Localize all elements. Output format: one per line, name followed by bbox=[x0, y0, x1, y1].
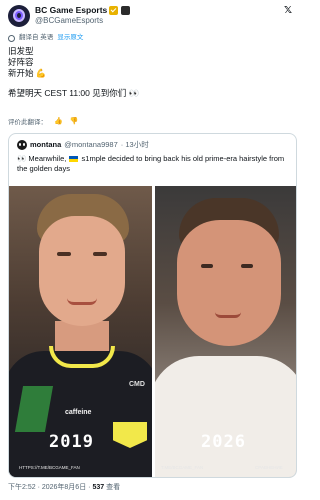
verified-badge-icon bbox=[109, 6, 119, 15]
rate-translation-label: 评价此翻译： bbox=[8, 119, 47, 126]
mouth-shape bbox=[215, 312, 241, 318]
eye-shape bbox=[57, 252, 71, 256]
quoted-avatar bbox=[17, 140, 27, 150]
globe-icon bbox=[8, 34, 15, 42]
rate-translation-row: 评价此翻译： 👍 👎 bbox=[8, 116, 78, 126]
views-count: 537 bbox=[92, 484, 105, 491]
tweet-line-1: 旧发型 bbox=[8, 46, 34, 56]
account-name-row[interactable]: BC Game Esports bbox=[35, 5, 131, 16]
quoted-tweet-header: montana @montana9987 · 13小时 bbox=[17, 140, 149, 150]
tweet-line-4: 希望明天 CEST 11:00 见到你们 👀 bbox=[8, 88, 140, 98]
face-shape bbox=[177, 220, 281, 346]
quoted-time: · 13小时 bbox=[120, 140, 149, 149]
account-handle[interactable]: @BCGameEsports bbox=[35, 16, 103, 26]
mouth-shape bbox=[67, 298, 97, 305]
photo-2019[interactable]: caffeine CMD 2019 HTTPS://T.ME/BCGAME_FA… bbox=[9, 186, 152, 477]
account-avatar[interactable] bbox=[8, 5, 30, 27]
year-label-2026: 2026 bbox=[201, 432, 246, 452]
quoted-handle: @montana9987 bbox=[64, 140, 118, 149]
tweet-header: BC Game Esports @BCGameEsports 𝕏 bbox=[8, 5, 296, 31]
eye-shape bbox=[201, 264, 213, 268]
account-name[interactable]: BC Game Esports bbox=[35, 5, 107, 16]
photo-2026[interactable]: 2026 T.ME/BCGAME_FAN СРАВНЕНИЕ bbox=[155, 186, 296, 477]
tweet-body: 翻译自 英语 显示原文 旧发型 好阵容 新开始 💪 希望明天 CEST 11:0… bbox=[8, 34, 296, 99]
tweet-line-2: 好阵容 bbox=[8, 57, 34, 67]
thumbs-up-icon[interactable]: 👍 bbox=[54, 117, 63, 125]
thumbs-down-icon[interactable]: 👎 bbox=[70, 117, 79, 125]
watermark-right-left: T.ME/BCGAME_FAN bbox=[161, 465, 204, 470]
affiliate-badge-icon bbox=[121, 6, 131, 15]
year-label-2019: 2019 bbox=[49, 432, 94, 452]
tweet-line-3: 新开始 💪 bbox=[8, 68, 47, 78]
views-label: 查看 bbox=[104, 484, 121, 491]
quoted-name: montana bbox=[30, 140, 62, 149]
translated-from-label: 翻译自 英语 bbox=[19, 34, 54, 41]
comparison-photos: caffeine CMD 2019 HTTPS://T.ME/BCGAME_FA… bbox=[9, 186, 296, 477]
sponsor-cmd: CMD bbox=[129, 381, 145, 388]
quoted-text-prefix: 👀 Meanwhile, bbox=[17, 154, 67, 163]
translation-banner: 翻译自 英语 显示原文 bbox=[8, 34, 296, 42]
quoted-tweet[interactable]: montana @montana9987 · 13小时 👀 Meanwhile,… bbox=[8, 133, 297, 478]
eye-shape bbox=[93, 252, 107, 256]
face-shape bbox=[39, 216, 125, 326]
eye-shape bbox=[241, 264, 253, 268]
ukraine-flag-icon bbox=[69, 156, 79, 163]
quoted-text: 👀 Meanwhile, s1mple decided to bring bac… bbox=[17, 154, 289, 174]
x-logo-icon: 𝕏 bbox=[283, 5, 292, 16]
sponsor-caffeine: caffeine bbox=[65, 409, 92, 416]
tweet-timestamp[interactable]: 下午2:52 · 2026年8月6日 · bbox=[8, 484, 92, 491]
shirt-shape bbox=[155, 356, 296, 477]
watermark-right-right: СРАВНЕНИЕ bbox=[255, 465, 283, 470]
tweet-meta: 下午2:52 · 2026年8月6日 · 537 查看 bbox=[8, 483, 120, 493]
show-original-link[interactable]: 显示原文 bbox=[57, 34, 83, 42]
watermark-left: HTTPS://T.ME/BCGAME_FAN bbox=[19, 465, 80, 470]
